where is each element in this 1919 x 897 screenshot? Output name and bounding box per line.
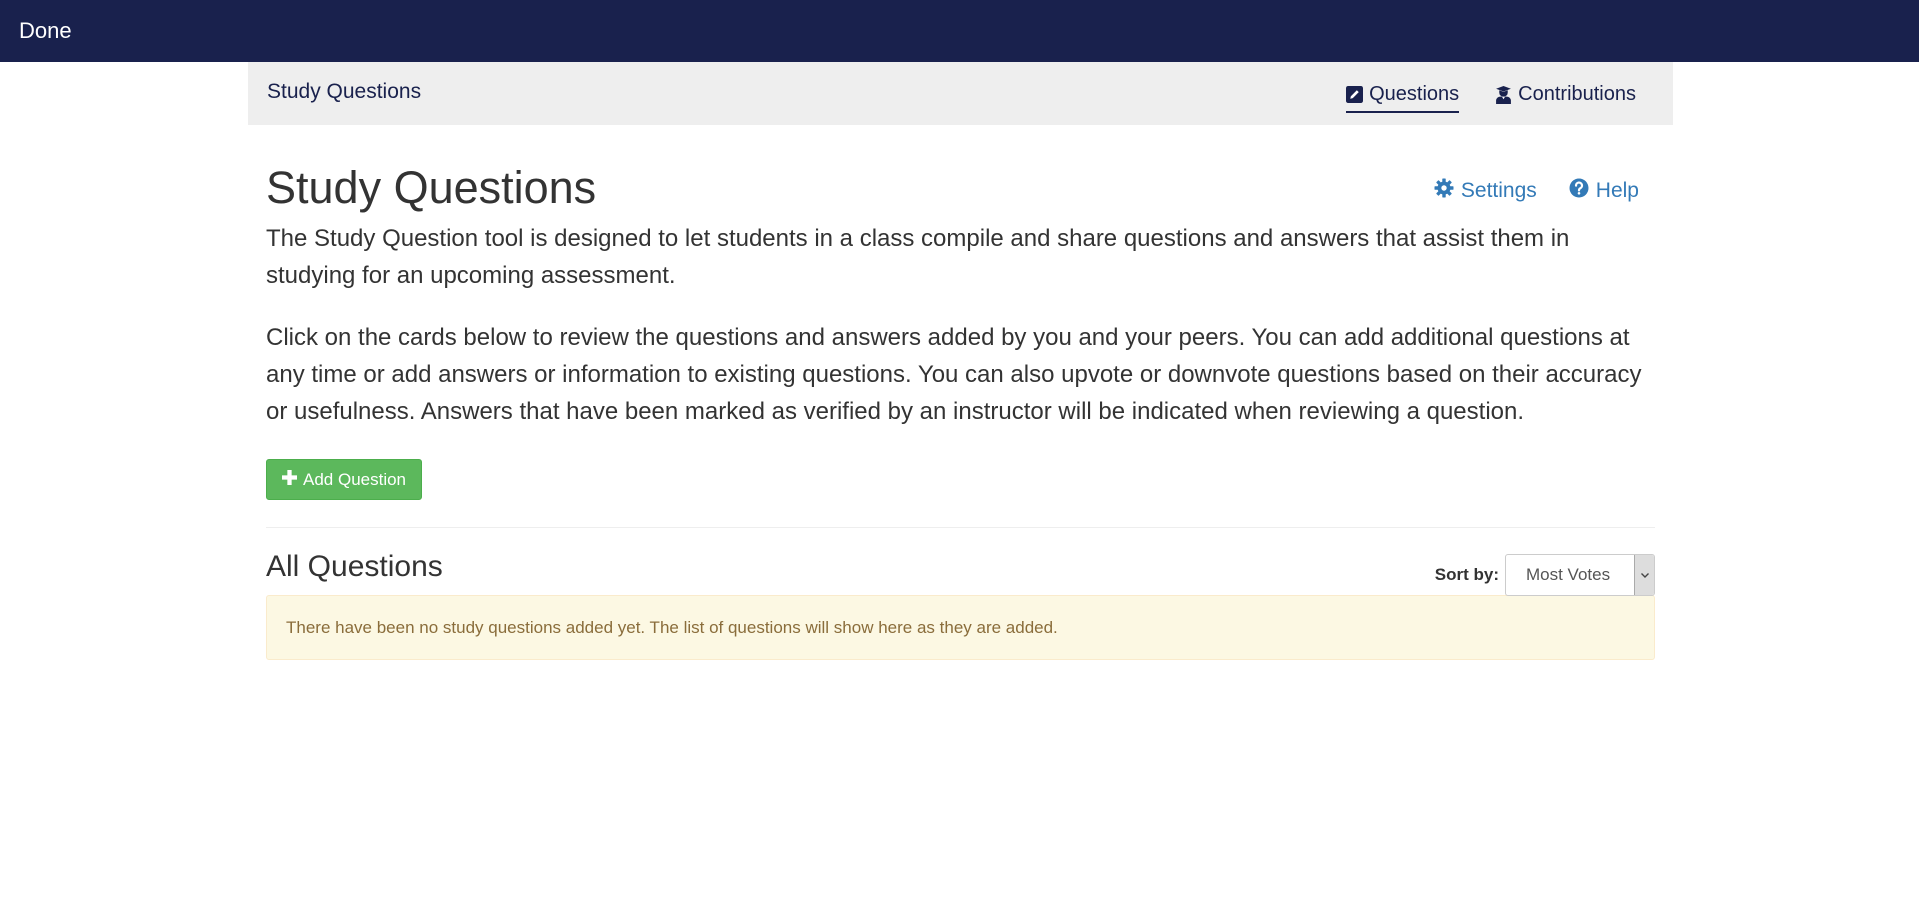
settings-label: Settings — [1460, 179, 1537, 202]
intro-text: The Study Question tool is designed to l… — [266, 220, 1655, 430]
page-title: Study Questions — [266, 162, 597, 213]
intro-paragraph-2: Click on the cards below to review the q… — [266, 324, 1642, 425]
page-header: Study Questions Settings Help — [266, 125, 1655, 213]
help-label: Help — [1595, 179, 1639, 202]
help-link[interactable]: Help — [1569, 178, 1639, 204]
intro-paragraph-1: The Study Question tool is designed to l… — [266, 225, 1570, 289]
plus-icon — [282, 469, 297, 490]
gear-icon — [1434, 178, 1454, 204]
user-graduate-icon — [1495, 85, 1512, 104]
tab-contributions[interactable]: Contributions — [1495, 83, 1636, 111]
done-button[interactable]: Done — [19, 18, 72, 44]
sort-label: Sort by: — [1434, 565, 1499, 584]
subnav-title: Study Questions — [267, 80, 422, 103]
edit-icon — [1346, 86, 1364, 103]
sub-navigation: Study Questions Questions Contributions — [248, 62, 1673, 125]
tab-questions-label: Questions — [1369, 83, 1460, 105]
list-title: All Questions — [266, 550, 443, 583]
add-question-button[interactable]: Add Question — [266, 459, 423, 500]
question-circle-icon — [1569, 178, 1589, 204]
add-question-label: Add Question — [303, 469, 407, 489]
main-content: Study Questions Settings Help The Study … — [266, 125, 1655, 660]
list-header: All Questions Sort by: Most Votes — [266, 528, 1655, 596]
empty-questions-alert: There have been no study questions added… — [266, 595, 1655, 660]
sort-select-value: Most Votes — [1526, 565, 1611, 584]
tab-questions[interactable]: Questions — [1346, 83, 1460, 113]
nav-tabs: Questions Contributions — [1346, 62, 1636, 125]
sort-group: Sort by: Most Votes — [1435, 554, 1655, 596]
chevron-down-icon[interactable] — [1634, 555, 1654, 595]
settings-link[interactable]: Settings — [1434, 178, 1537, 204]
header-links: Settings Help — [1434, 178, 1639, 204]
top-bar: Done — [0, 0, 1919, 62]
sort-select[interactable]: Most Votes — [1505, 554, 1655, 596]
tab-contributions-label: Contributions — [1518, 83, 1636, 105]
